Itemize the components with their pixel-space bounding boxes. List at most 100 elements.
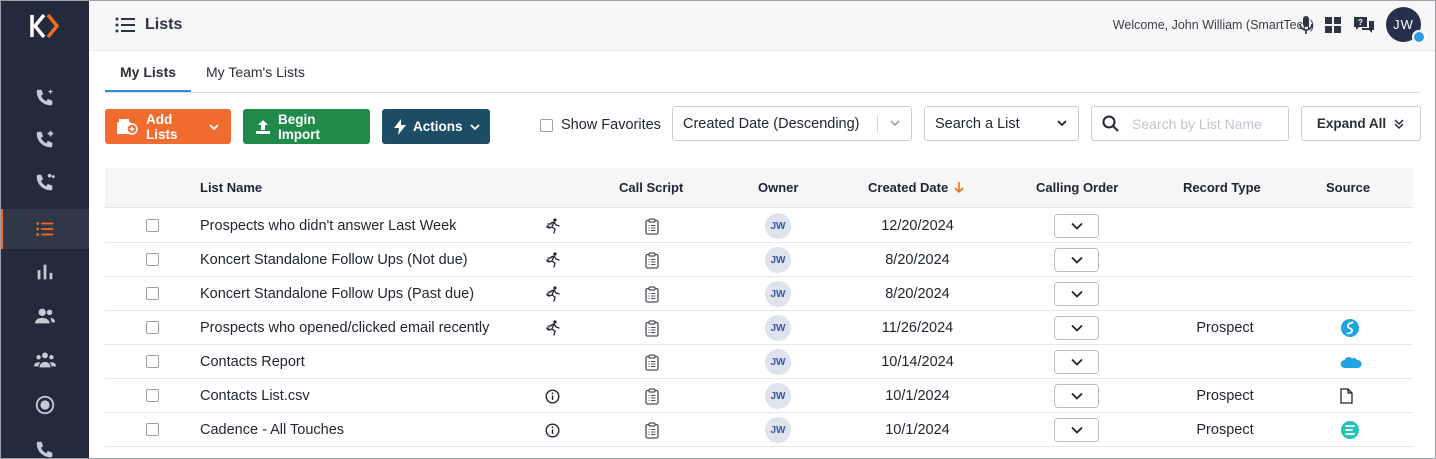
show-favorites-label: Show Favorites <box>561 117 661 133</box>
list-name-link[interactable]: Contacts Report <box>200 345 305 379</box>
list-name-link[interactable]: Cadence - All Touches <box>200 413 344 447</box>
info-icon[interactable] <box>545 413 560 447</box>
chevron-down-icon <box>1070 324 1083 332</box>
chevron-down-icon <box>1070 426 1083 434</box>
calling-order-select[interactable] <box>1054 209 1099 243</box>
nav-phone-plus[interactable] <box>0 120 89 160</box>
created-date: 8/20/2024 <box>885 286 950 302</box>
list-name-link[interactable]: Koncert Standalone Follow Ups (Not due) <box>200 243 468 277</box>
calling-order-select[interactable] <box>1054 311 1099 345</box>
double-chevron-down-icon <box>1394 118 1404 129</box>
col-created-date-label: Created Date <box>868 180 949 195</box>
row-checkbox[interactable] <box>146 253 159 266</box>
call-script-icon[interactable] <box>645 345 659 379</box>
table-row[interactable]: Prospects who didn't answer Last Week JW… <box>105 209 1413 243</box>
nav-record[interactable] <box>0 385 89 425</box>
row-checkbox[interactable] <box>146 355 159 368</box>
phone-transfer-icon <box>36 441 52 458</box>
search-input[interactable] <box>1132 115 1282 132</box>
calling-order-select[interactable] <box>1054 345 1099 379</box>
favorites-checkbox[interactable] <box>540 118 553 132</box>
sort-select[interactable]: Created Date (Descending) <box>672 106 912 141</box>
actions-button[interactable]: Actions <box>382 109 490 144</box>
calling-order-dropdown[interactable] <box>1054 282 1099 306</box>
show-favorites-toggle[interactable]: Show Favorites <box>540 117 661 133</box>
calling-order-dropdown[interactable] <box>1054 248 1099 272</box>
owner-avatar: JW <box>765 213 791 239</box>
chevron-down-icon <box>1057 120 1067 127</box>
actions-label: Actions <box>413 119 463 134</box>
call-script-icon[interactable] <box>645 311 659 345</box>
calling-order-dropdown[interactable] <box>1054 384 1099 408</box>
list-name-link[interactable]: Prospects who opened/clicked email recen… <box>200 311 489 345</box>
col-source[interactable]: Source <box>1326 180 1370 195</box>
col-owner[interactable]: Owner <box>758 180 798 195</box>
nav-team[interactable] <box>0 340 89 380</box>
add-lists-button[interactable]: Add Lists <box>105 109 231 144</box>
runner-icon[interactable] <box>545 311 561 345</box>
calling-order-select[interactable] <box>1054 243 1099 277</box>
row-checkbox[interactable] <box>146 423 159 436</box>
nav-contacts[interactable] <box>0 296 89 336</box>
phone-users-icon <box>36 173 55 191</box>
calling-order-dropdown[interactable] <box>1054 350 1099 374</box>
list-name-link[interactable]: Koncert Standalone Follow Ups (Past due) <box>200 277 474 311</box>
row-checkbox[interactable] <box>146 321 159 334</box>
runner-icon[interactable] <box>545 209 561 243</box>
info-icon[interactable] <box>545 379 560 413</box>
col-record-type[interactable]: Record Type <box>1183 180 1261 195</box>
created-date: 11/26/2024 <box>881 320 954 336</box>
table-row[interactable]: Contacts Report JW 10/14/2024 <box>105 345 1413 379</box>
calling-order-select[interactable] <box>1054 277 1099 311</box>
nav-reports[interactable] <box>0 252 89 292</box>
runner-icon[interactable] <box>545 243 561 277</box>
calling-order-select[interactable] <box>1054 379 1099 413</box>
table-row[interactable]: Contacts List.csv JW 10/1/2024 Prospect <box>105 379 1413 413</box>
begin-import-button[interactable]: Begin Import <box>243 109 370 144</box>
call-script-icon[interactable] <box>645 413 659 447</box>
phone-plus-icon <box>36 130 53 148</box>
help-chat-icon[interactable]: ? <box>1354 15 1374 35</box>
koncert-cadence-icon <box>1340 413 1360 447</box>
upload-icon <box>256 119 270 134</box>
call-script-icon[interactable] <box>645 379 659 413</box>
col-created-date[interactable]: Created Date <box>868 180 964 195</box>
calling-order-dropdown[interactable] <box>1054 316 1099 340</box>
call-script-icon[interactable] <box>645 277 659 311</box>
nav-phone-transfer[interactable] <box>0 430 89 459</box>
row-checkbox[interactable] <box>146 219 159 232</box>
col-calling-order[interactable]: Calling Order <box>1036 180 1118 195</box>
calling-order-dropdown[interactable] <box>1054 214 1099 238</box>
microphone-icon[interactable] <box>1296 15 1316 35</box>
calling-order-select[interactable] <box>1054 413 1099 447</box>
list-name-link[interactable]: Prospects who didn't answer Last Week <box>200 209 456 243</box>
nav-phone-users[interactable] <box>0 163 89 203</box>
runner-icon[interactable] <box>545 277 561 311</box>
call-script-icon[interactable] <box>645 209 659 243</box>
table-row[interactable]: Koncert Standalone Follow Ups (Past due)… <box>105 277 1413 311</box>
tab-my-lists[interactable]: My Lists <box>105 54 192 92</box>
expand-all-button[interactable]: Expand All <box>1301 106 1421 141</box>
apps-grid-icon[interactable] <box>1323 15 1343 35</box>
koncert-logo[interactable] <box>29 13 61 39</box>
list-name-link[interactable]: Contacts List.csv <box>200 379 310 413</box>
tab-my-teams-lists[interactable]: My Team's Lists <box>191 54 320 92</box>
svg-text:?: ? <box>1358 18 1363 27</box>
list-search-box[interactable] <box>1091 106 1289 141</box>
col-call-script[interactable]: Call Script <box>619 180 683 195</box>
nav-lists[interactable] <box>0 209 89 249</box>
row-checkbox[interactable] <box>146 287 159 300</box>
calling-order-dropdown[interactable] <box>1054 418 1099 442</box>
col-list-name[interactable]: List Name <box>200 180 262 195</box>
sort-select-value: Created Date (Descending) <box>683 115 860 132</box>
table-row[interactable]: Koncert Standalone Follow Ups (Not due) … <box>105 243 1413 277</box>
owner-cell: JW <box>765 379 791 413</box>
menu-icon[interactable] <box>115 16 135 34</box>
top-header: Lists Welcome, John William (SmartTech) … <box>89 0 1436 51</box>
row-checkbox[interactable] <box>146 389 159 402</box>
table-row[interactable]: Prospects who opened/clicked email recen… <box>105 311 1413 345</box>
nav-phone-sparkle[interactable] <box>0 78 89 118</box>
call-script-icon[interactable] <box>645 243 659 277</box>
table-row[interactable]: Cadence - All Touches JW 10/1/2024 Prosp… <box>105 413 1413 447</box>
search-a-list-select[interactable]: Search a List <box>924 106 1079 141</box>
